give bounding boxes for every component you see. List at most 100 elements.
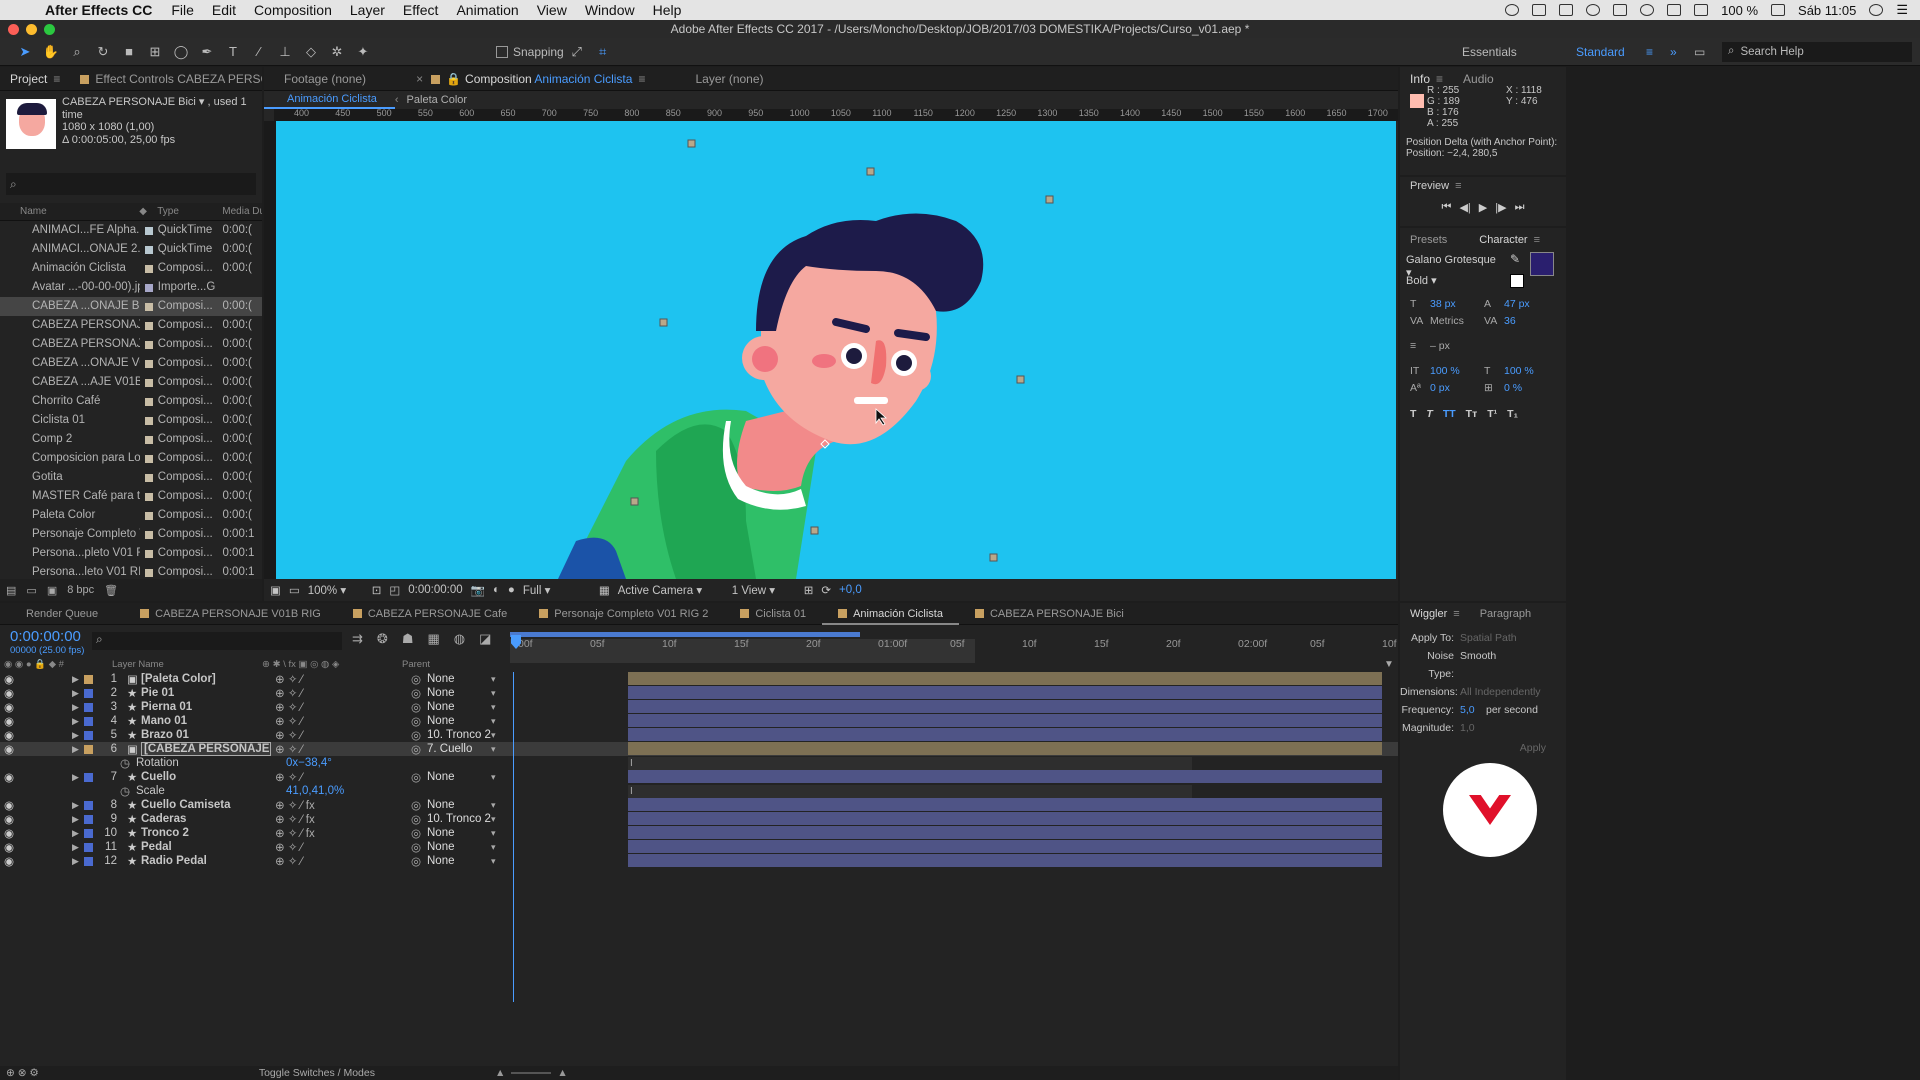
project-search-input[interactable]: ⌕: [6, 173, 256, 195]
parent-dropdown-arrow-icon[interactable]: ▾: [491, 856, 496, 867]
layer-switches[interactable]: ⊕ ✧ ⁄ fx: [271, 812, 411, 826]
zoom-window-icon[interactable]: [44, 24, 55, 35]
project-item[interactable]: Animación Ciclista Composi... 0:00:(: [0, 259, 262, 278]
wifi-icon[interactable]: [1640, 4, 1655, 16]
eraser-tool-icon[interactable]: ◇: [300, 42, 322, 62]
lock-icon[interactable]: 🔒: [446, 72, 461, 86]
dimensions-dropdown[interactable]: All Independently: [1460, 683, 1541, 701]
project-item[interactable]: CABEZA ...ONAJE Bici Composi... 0:00:(: [0, 297, 262, 316]
snapping-checkbox[interactable]: Snapping: [496, 45, 564, 59]
visibility-eye-icon[interactable]: ◉: [0, 854, 14, 868]
parent-dropdown-arrow-icon[interactable]: ▾: [491, 674, 496, 685]
layer-duration-bar[interactable]: [628, 854, 1382, 867]
layer-label-color[interactable]: [84, 744, 93, 754]
layer-label-color[interactable]: [84, 856, 93, 866]
label-color-swatch[interactable]: [144, 435, 153, 444]
tab-composition[interactable]: × 🔒 Composition Animación Ciclista ≡: [406, 72, 655, 86]
menu-edit[interactable]: Edit: [203, 2, 245, 18]
label-color-swatch[interactable]: [144, 473, 153, 482]
layer-row[interactable]: ◉ ▶ 3 ★ Pierna 01 ⊕ ✧ ⁄ ◎ None ▾: [0, 700, 1398, 714]
layer-name[interactable]: Tronco 2: [141, 827, 271, 839]
layer-switches[interactable]: ⊕ ✧ ⁄: [271, 714, 411, 728]
project-item[interactable]: Gotita Composi... 0:00:(: [0, 468, 262, 487]
frequency-value[interactable]: 5,0: [1460, 701, 1486, 719]
pan-behind-tool-icon[interactable]: ⊞: [144, 42, 166, 62]
close-window-icon[interactable]: [8, 24, 19, 35]
label-color-swatch[interactable]: [144, 264, 153, 273]
always-preview-icon[interactable]: ▣: [270, 583, 281, 597]
layer-label-color[interactable]: [84, 674, 93, 684]
fit-icon[interactable]: ⊡: [372, 583, 382, 597]
project-item[interactable]: Composicion para Loop Composi... 0:00:(: [0, 449, 262, 468]
project-item[interactable]: ANIMACI...ONAJE 2.mov QuickTime 0:00:(: [0, 240, 262, 259]
parent-dropdown[interactable]: 10. Tronco 2: [427, 729, 491, 741]
layer-duration-bar[interactable]: [628, 714, 1382, 727]
region-icon[interactable]: ◰: [389, 583, 400, 597]
layer-label-color[interactable]: [84, 814, 93, 824]
expand-arrow-icon[interactable]: ▶: [72, 842, 84, 853]
menu-composition[interactable]: Composition: [245, 2, 341, 18]
layer-name[interactable]: [CABEZA PERSONAJE Bici]: [141, 742, 271, 756]
visibility-eye-icon[interactable]: ◉: [0, 840, 14, 854]
parent-dropdown[interactable]: 7. Cuello: [427, 743, 491, 755]
kerning-value[interactable]: Metrics: [1430, 313, 1484, 330]
zoom-in-time-icon[interactable]: ▲: [557, 1067, 567, 1079]
layer-name[interactable]: Brazo 01: [141, 729, 271, 741]
project-item[interactable]: Avatar ...-00-00-00).jpg Importe...G: [0, 278, 262, 297]
layer-switches[interactable]: ⊕ ✧ ⁄: [271, 742, 411, 756]
pickwhip-icon[interactable]: ◎: [411, 672, 427, 686]
workspace-standard[interactable]: Standard: [1576, 45, 1646, 59]
tab-wiggler[interactable]: Wiggler ≡: [1400, 608, 1470, 620]
graph-editor-icon[interactable]: ◪: [479, 631, 491, 647]
battery-icon[interactable]: [1771, 4, 1786, 16]
expand-panes-icon[interactable]: ⊕ ⊗ ⚙: [0, 1067, 39, 1079]
parent-dropdown[interactable]: None: [427, 701, 491, 713]
hand-tool-icon[interactable]: ✋: [40, 42, 62, 62]
parent-dropdown[interactable]: None: [427, 841, 491, 853]
workspace-overflow-icon[interactable]: »: [1670, 45, 1694, 59]
timeline-tab[interactable]: CABEZA PERSONAJE Bici: [959, 608, 1140, 620]
project-item[interactable]: CABEZA ...ONAJE V01B Composi... 0:00:(: [0, 354, 262, 373]
roto-brush-tool-icon[interactable]: ✲: [326, 42, 348, 62]
clock[interactable]: Sáb 11:05: [1798, 3, 1856, 18]
parent-dropdown-arrow-icon[interactable]: ▾: [491, 772, 496, 783]
expand-arrow-icon[interactable]: ▶: [72, 828, 84, 839]
sub-tab-animacion-ciclista[interactable]: Animación Ciclista: [264, 91, 395, 109]
baseline-shift-value[interactable]: 0 px: [1430, 380, 1484, 397]
spotlight-icon[interactable]: [1869, 4, 1884, 16]
snap-icon[interactable]: ⤢: [566, 42, 588, 62]
interpret-footage-icon[interactable]: ▤: [6, 584, 16, 597]
layer-row[interactable]: ◉ ▶ 8 ★ Cuello Camiseta ⊕ ✧ ⁄ fx ◎ None ▾: [0, 798, 1398, 812]
tab-audio[interactable]: Audio: [1453, 72, 1504, 86]
property-track[interactable]: [628, 785, 1192, 798]
search-help-field[interactable]: ⌕ Search Help: [1722, 41, 1912, 62]
parent-dropdown-arrow-icon[interactable]: ▾: [491, 828, 496, 839]
expand-arrow-icon[interactable]: ▶: [72, 800, 84, 811]
layer-duration-bar[interactable]: [628, 728, 1382, 741]
monitor-icon[interactable]: ▭: [289, 583, 300, 597]
pickwhip-icon[interactable]: ◎: [411, 742, 427, 756]
property-row[interactable]: ◷ Rotation 0x−38,4° I: [0, 756, 1398, 770]
layer-label-color[interactable]: [84, 772, 93, 782]
pickwhip-icon[interactable]: ◎: [411, 840, 427, 854]
transparency-grid-icon[interactable]: ▦: [599, 583, 610, 597]
layer-duration-bar[interactable]: [628, 742, 1382, 755]
parent-dropdown-arrow-icon[interactable]: ▾: [491, 688, 496, 699]
label-color-swatch[interactable]: [144, 530, 153, 539]
snapshot-icon[interactable]: 📷: [471, 583, 485, 597]
snap-options-icon[interactable]: ⌗: [592, 42, 614, 62]
layer-switches[interactable]: ⊕ ✧ ⁄ fx: [271, 826, 411, 840]
selection-tool-icon[interactable]: ➤: [14, 42, 36, 62]
label-color-swatch[interactable]: [144, 397, 153, 406]
timeline-tab[interactable]: Personaje Completo V01 RIG 2: [523, 608, 724, 620]
tracking-value[interactable]: 36: [1504, 313, 1516, 330]
apply-to-dropdown[interactable]: Spatial Path: [1460, 629, 1517, 647]
viewer-timecode[interactable]: 0:00:00:00: [408, 584, 462, 596]
zoom-dropdown[interactable]: 100% ▾: [308, 583, 364, 597]
layer-switches[interactable]: ⊕ ✧ ⁄: [271, 686, 411, 700]
pickwhip-icon[interactable]: ◎: [411, 826, 427, 840]
layer-duration-bar[interactable]: [628, 840, 1382, 853]
time-zoom-slider[interactable]: [511, 1072, 552, 1074]
layer-label-color[interactable]: [84, 842, 93, 852]
stopwatch-icon[interactable]: ◷: [120, 784, 136, 798]
